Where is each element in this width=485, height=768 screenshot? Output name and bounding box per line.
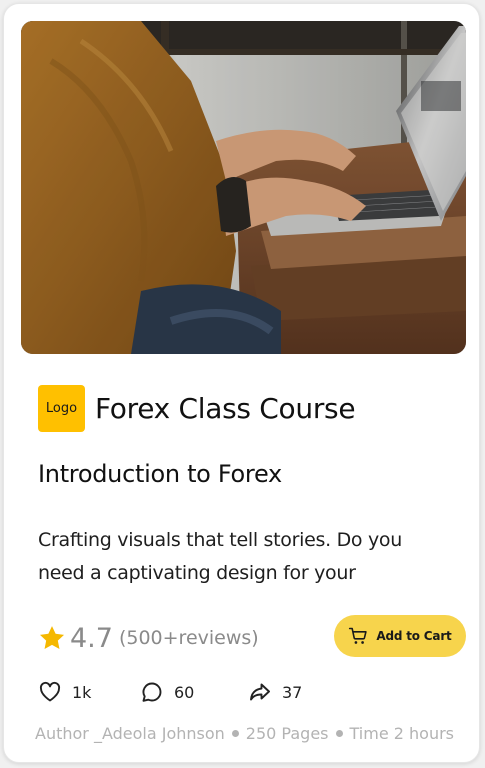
course-meta: Author _Adeola Johnson 250 Pages Time 2 … [17, 718, 472, 748]
share-count: 37 [282, 682, 303, 702]
comment-action[interactable]: 60 [140, 677, 194, 707]
laptop-typing-photo [21, 21, 466, 354]
course-subtitle: Introduction to Forex [38, 460, 282, 488]
rating: 4.7 (500+reviews) [38, 618, 259, 658]
course-title: Forex Class Course [95, 391, 356, 425]
rating-value: 4.7 [70, 622, 113, 654]
course-hero-image [21, 21, 466, 354]
comment-icon [142, 682, 162, 702]
like-action[interactable]: 1k [38, 677, 91, 707]
add-to-cart-label: Add to Cart [376, 629, 452, 643]
cart-icon [349, 627, 368, 644]
heart-icon [39, 681, 61, 702]
share-icon [250, 683, 270, 701]
separator-dot [231, 729, 239, 737]
share-action[interactable]: 37 [248, 677, 302, 707]
course-duration: Time 2 hours [349, 723, 455, 743]
like-count: 1k [72, 682, 92, 702]
comment-count: 60 [174, 682, 195, 702]
course-logo[interactable]: Logo [38, 384, 85, 432]
brand-row: Logo Forex Class Course [38, 384, 356, 432]
author-label: Author _Adeola Johnson [35, 723, 225, 743]
star-icon [39, 626, 65, 649]
page-count: 250 Pages [245, 723, 329, 743]
add-to-cart-button[interactable]: Add to Cart [334, 615, 466, 657]
course-description: Crafting visuals that tell stories. Do y… [38, 529, 402, 584]
course-card[interactable]: Logo Forex Class Course Introduction to … [3, 3, 480, 763]
separator-dot [335, 729, 343, 737]
review-count[interactable]: (500+reviews) [119, 627, 259, 649]
social-actions: 1k 60 37 [38, 677, 338, 707]
